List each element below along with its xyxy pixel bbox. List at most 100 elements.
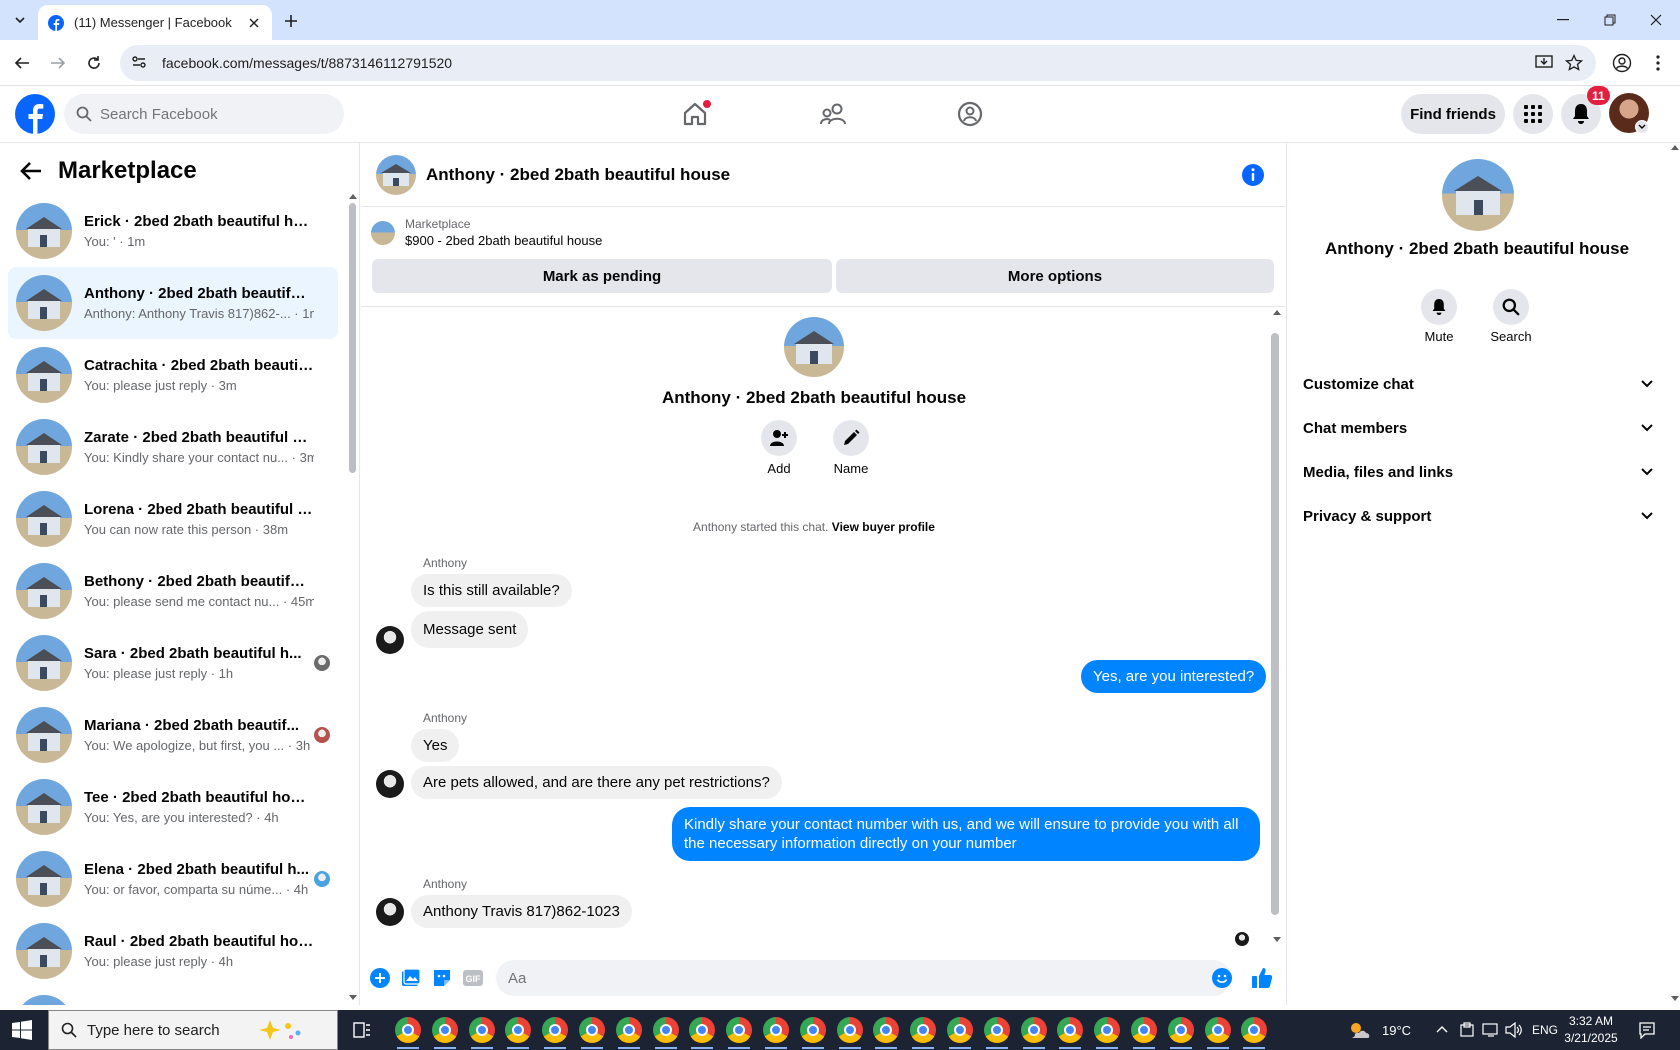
- facebook-search-input[interactable]: [100, 105, 320, 123]
- nav-home[interactable]: [640, 86, 750, 142]
- more-options-button[interactable]: More options: [836, 259, 1274, 293]
- meet-now-icon[interactable]: [1460, 1022, 1474, 1038]
- scroll-down-arrow-icon[interactable]: [1671, 996, 1679, 1004]
- facebook-logo-icon[interactable]: [15, 94, 55, 134]
- sender-avatar[interactable]: [376, 626, 404, 654]
- privacy-support-section[interactable]: Privacy & support: [1303, 496, 1653, 536]
- task-view-icon[interactable]: [350, 1018, 374, 1042]
- browser-profile-icon[interactable]: [1610, 51, 1634, 75]
- chrome-taskbar-icon[interactable]: [431, 1017, 458, 1043]
- chrome-taskbar-icon[interactable]: [799, 1017, 826, 1043]
- message-input[interactable]: [496, 960, 1231, 996]
- sender-avatar[interactable]: [376, 898, 404, 926]
- conversation-item[interactable]: Lorena · 2bed 2bath beautiful h... You ca…: [8, 483, 338, 555]
- taskbar-clock[interactable]: 3:32 AM 3/21/2025: [1556, 1013, 1626, 1047]
- message-incoming[interactable]: Yes: [411, 729, 460, 762]
- chat-scrollbar[interactable]: [1271, 333, 1279, 915]
- tab-search-button[interactable]: [8, 8, 32, 32]
- message-incoming[interactable]: Are pets allowed, and are there any pet …: [411, 766, 782, 799]
- account-chevron-down-icon[interactable]: [1635, 120, 1649, 134]
- scroll-up-arrow-icon[interactable]: [349, 193, 357, 201]
- close-window-icon[interactable]: [1633, 0, 1679, 40]
- reload-icon[interactable]: [82, 51, 106, 75]
- find-friends-button[interactable]: Find friends: [1401, 94, 1505, 134]
- mark-as-pending-button[interactable]: Mark as pending: [372, 259, 832, 293]
- forward-arrow-icon[interactable]: [46, 51, 70, 75]
- gif-icon[interactable]: GIF: [462, 967, 484, 989]
- weather-temperature[interactable]: 19°C: [1382, 1023, 1411, 1038]
- conversation-item[interactable]: Mariana · 2bed 2bath beautif... You: We a…: [8, 699, 338, 771]
- scroll-down-arrow-icon[interactable]: [349, 995, 357, 1003]
- chrome-taskbar-icon[interactable]: [579, 1017, 605, 1043]
- customize-chat-section[interactable]: Customize chat: [1303, 364, 1653, 404]
- facebook-search-box[interactable]: [64, 94, 344, 134]
- thumbs-up-icon[interactable]: [1251, 967, 1273, 989]
- conversation-item[interactable]: Anthony · 2bed 2bath beautiful ... Anthon…: [8, 267, 338, 339]
- add-people-button[interactable]: [761, 420, 797, 456]
- message-incoming[interactable]: Anthony Travis 817)862-1023: [411, 895, 632, 928]
- address-bar[interactable]: facebook.com/messages/t/8873146112791520: [120, 45, 1596, 81]
- listing-title[interactable]: $900 - 2bed 2bath beautiful house: [405, 233, 602, 248]
- conversation-item[interactable]: Raul · 2bed 2bath beautiful house You: pl…: [8, 915, 338, 987]
- message-incoming[interactable]: Is this still available?: [411, 574, 572, 607]
- mute-button[interactable]: [1421, 289, 1457, 325]
- notification-center-icon[interactable]: [1638, 1021, 1656, 1039]
- chrome-taskbar-icon[interactable]: [836, 1017, 863, 1043]
- chrome-taskbar-icon[interactable]: [1167, 1017, 1194, 1043]
- bookmark-star-icon[interactable]: [1560, 45, 1588, 81]
- sticker-icon[interactable]: [431, 967, 453, 989]
- chrome-taskbar-icon[interactable]: [1131, 1017, 1157, 1043]
- nav-groups[interactable]: [915, 86, 1025, 142]
- conversation-item[interactable]: Keke · 2bed 2bath beautiful house: [8, 987, 338, 1005]
- search-in-chat-button[interactable]: [1493, 289, 1529, 325]
- conversation-item[interactable]: Erick · 2bed 2bath beautiful house You: '…: [8, 195, 338, 267]
- conversation-item[interactable]: Sara · 2bed 2bath beautiful h... You: ple…: [8, 627, 338, 699]
- chrome-taskbar-icon[interactable]: [468, 1017, 495, 1043]
- chrome-taskbar-icon[interactable]: [947, 1017, 973, 1043]
- browser-menu-icon[interactable]: [1646, 51, 1670, 75]
- windows-start-icon[interactable]: [12, 1020, 32, 1040]
- volume-icon[interactable]: [1505, 1022, 1523, 1038]
- chrome-taskbar-icon[interactable]: [1057, 1017, 1084, 1043]
- tab-close-icon[interactable]: [246, 15, 262, 31]
- browser-tab-messenger[interactable]: (11) Messenger | Facebook: [38, 5, 272, 40]
- chrome-taskbar-icon[interactable]: [1204, 1017, 1231, 1043]
- plus-circle-icon[interactable]: [369, 967, 391, 989]
- nav-friends[interactable]: [778, 86, 888, 142]
- scroll-up-arrow-icon[interactable]: [1273, 309, 1281, 317]
- info-icon[interactable]: [1241, 163, 1265, 187]
- minimize-icon[interactable]: [1540, 0, 1586, 40]
- message-outgoing[interactable]: Yes, are you interested?: [1081, 660, 1267, 693]
- chrome-taskbar-icon[interactable]: [505, 1017, 532, 1043]
- back-arrow-icon[interactable]: [20, 161, 42, 181]
- message-incoming[interactable]: Message sent: [411, 611, 529, 648]
- chevron-up-icon[interactable]: [1436, 1025, 1448, 1033]
- site-settings-icon[interactable]: [130, 53, 150, 73]
- chrome-taskbar-icon[interactable]: [910, 1017, 937, 1043]
- taskbar-search-box[interactable]: Type here to search: [48, 1010, 338, 1050]
- install-app-icon[interactable]: [1530, 45, 1558, 81]
- chrome-taskbar-icon[interactable]: [615, 1017, 642, 1043]
- conversation-item[interactable]: Tee · 2bed 2bath beautiful house You: Yes…: [8, 771, 338, 843]
- media-files-links-section[interactable]: Media, files and links: [1303, 452, 1653, 492]
- network-icon[interactable]: [1482, 1022, 1500, 1038]
- edit-name-button[interactable]: [833, 420, 869, 456]
- chrome-taskbar-icon[interactable]: [763, 1017, 789, 1043]
- message-outgoing[interactable]: Kindly share your contact number with us…: [672, 807, 1260, 861]
- chrome-taskbar-icon[interactable]: [983, 1017, 1010, 1043]
- photo-icon[interactable]: [400, 967, 422, 989]
- conversation-item[interactable]: Bethony · 2bed 2bath beautiful ... You: p…: [8, 555, 338, 627]
- chrome-taskbar-icon[interactable]: [395, 1017, 421, 1043]
- sender-avatar[interactable]: [376, 770, 404, 798]
- conversation-item[interactable]: Catrachita · 2bed 2bath beautifu... You: …: [8, 339, 338, 411]
- new-tab-icon[interactable]: [280, 10, 302, 32]
- chrome-taskbar-icon[interactable]: [689, 1017, 716, 1043]
- chrome-taskbar-icon[interactable]: [1020, 1017, 1047, 1043]
- emoji-icon[interactable]: [1211, 967, 1233, 989]
- chrome-taskbar-icon[interactable]: [1241, 1017, 1268, 1043]
- restore-icon[interactable]: [1587, 0, 1633, 40]
- scroll-up-arrow-icon[interactable]: [1671, 144, 1679, 152]
- chat-members-section[interactable]: Chat members: [1303, 408, 1653, 448]
- chrome-taskbar-icon[interactable]: [542, 1017, 569, 1043]
- scroll-down-arrow-icon[interactable]: [1273, 937, 1281, 945]
